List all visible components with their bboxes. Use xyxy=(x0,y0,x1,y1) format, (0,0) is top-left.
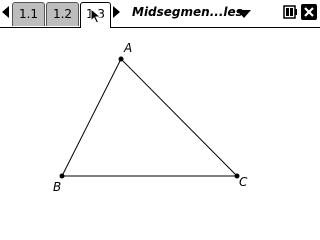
document-title[interactable]: Midsegmen...les xyxy=(132,5,243,19)
left-triangle-icon[interactable] xyxy=(2,6,9,18)
down-triangle-icon[interactable] xyxy=(237,10,251,18)
vertex-label-b: B xyxy=(53,180,61,194)
pointer-cursor-icon xyxy=(90,8,102,24)
close-icon[interactable] xyxy=(301,4,317,20)
tab-1-2[interactable]: 1.2 xyxy=(46,2,79,26)
vertex-label-c: C xyxy=(239,175,248,189)
right-triangle-icon[interactable] xyxy=(113,6,120,18)
top-toolbar: 1.1 1.2 1.3 Midsegmen...les xyxy=(0,0,320,28)
tab-1-1[interactable]: 1.1 xyxy=(12,2,45,26)
segment-ac[interactable] xyxy=(120,58,238,177)
vertex-label-a: A xyxy=(123,41,132,55)
segment-ab[interactable] xyxy=(61,58,122,177)
vertex-point-a[interactable] xyxy=(118,56,124,62)
vertex-point-b[interactable] xyxy=(59,173,65,179)
geometry-canvas[interactable]: A B C xyxy=(0,28,320,240)
close-x-glyph xyxy=(304,7,314,17)
battery-icon xyxy=(283,5,297,19)
